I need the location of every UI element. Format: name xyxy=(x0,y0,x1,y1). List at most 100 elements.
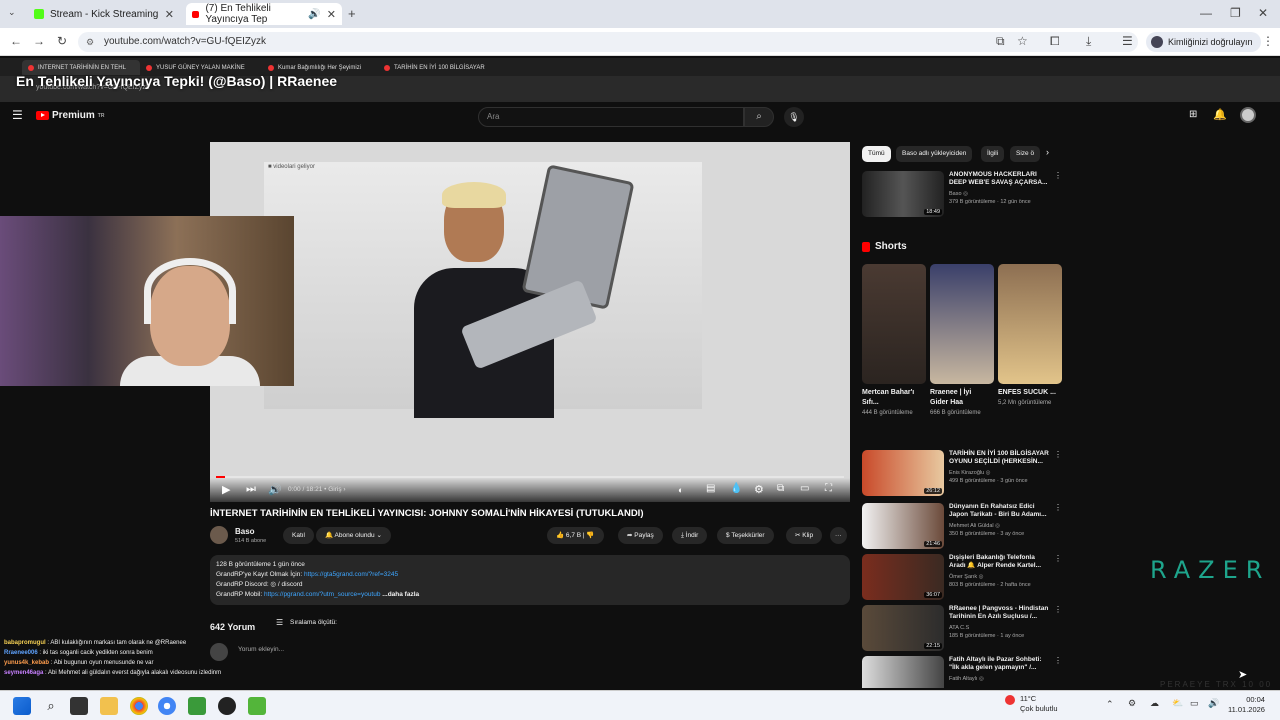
more-actions-button[interactable]: ··· xyxy=(830,527,847,544)
tray-icon[interactable]: ⚙ xyxy=(1128,698,1136,709)
cloud-icon[interactable]: ⛅ xyxy=(1172,698,1183,709)
bookmark-star-icon[interactable]: ☆ xyxy=(1017,34,1028,48)
video-thumbnail[interactable] xyxy=(862,656,944,688)
settings-gear-icon[interactable]: ⚙ xyxy=(754,483,764,496)
short-thumbnail[interactable] xyxy=(930,264,994,384)
minecraft-icon[interactable] xyxy=(188,697,206,715)
channel-name[interactable]: Fatih Altaylı ◎ xyxy=(949,676,984,682)
account-avatar[interactable] xyxy=(1240,107,1256,123)
cast-icon[interactable]: ⧉ xyxy=(996,34,1005,49)
next-icon[interactable]: ⏭ xyxy=(246,483,256,496)
short-thumbnail[interactable] xyxy=(998,264,1062,384)
back-icon[interactable]: ← xyxy=(10,34,22,48)
volume-icon[interactable]: 🔊 xyxy=(1208,698,1219,709)
short-thumbnail[interactable] xyxy=(862,264,926,384)
thanks-button[interactable]: $ Teşekkürler xyxy=(717,527,774,544)
chapter-label[interactable]: • Giriş › xyxy=(324,486,345,493)
theater-mode-icon[interactable]: ▭ xyxy=(800,483,809,494)
channel-name[interactable]: Enis Kirazoğlu ◎ xyxy=(949,470,990,476)
menu-icon[interactable]: ⋮ xyxy=(1262,34,1274,48)
subtitles-icon[interactable]: ▤ xyxy=(706,483,715,494)
sort-label[interactable]: Sıralama ölçütü: xyxy=(290,619,337,626)
url-field[interactable]: ⚙ youtube.com/watch?v=GU-fQEIZyzk xyxy=(78,32,1138,52)
sidebar-video[interactable]: 26:12 TARİHİN EN İYİ 100 BİLGİSAYAR OYUN… xyxy=(862,450,1062,498)
sidebar-video[interactable]: Fatih Altaylı ile Pazar Sohbeti: "İlk ak… xyxy=(862,656,1062,688)
sort-icon[interactable]: ☰ xyxy=(276,618,283,627)
forward-icon[interactable]: → xyxy=(33,34,45,48)
video-thumbnail[interactable]: 22:15 xyxy=(862,605,944,651)
play-icon[interactable]: ▶ xyxy=(222,483,230,496)
share-button[interactable]: ➦ Paylaş xyxy=(618,527,663,544)
more-icon[interactable]: ⋮ xyxy=(1054,450,1062,459)
short-item[interactable]: Rraenee | İyi Gider Haa 666 B görüntülem… xyxy=(930,264,994,417)
more-icon[interactable]: ⋮ xyxy=(1054,656,1062,665)
register-link[interactable]: https://gta5grand.com/?ref=3245 xyxy=(304,571,398,578)
notification-bell-icon[interactable]: 🔔 xyxy=(1213,108,1227,121)
hamburger-menu-icon[interactable]: ☰ xyxy=(12,108,23,122)
audio-icon[interactable]: 🔊 xyxy=(308,9,320,20)
new-tab-button[interactable]: + xyxy=(348,6,356,21)
chip-all[interactable]: Tümü xyxy=(862,146,891,162)
site-info-icon[interactable]: ⚙ xyxy=(86,32,94,52)
chrome-icon[interactable] xyxy=(130,697,148,715)
channel-name[interactable]: Ömer Şarık ◎ xyxy=(949,574,983,580)
sidebar-video[interactable]: 36:07 Dışişleri Bakanlığı Telefonla Arad… xyxy=(862,554,1062,602)
create-icon[interactable]: ⊞ xyxy=(1189,109,1197,120)
minimize-icon[interactable]: — xyxy=(1200,6,1212,20)
reading-list-icon[interactable]: ☰ xyxy=(1122,34,1133,48)
inner-tab-4[interactable]: TARİHİN EN İYİ 100 BİLGİSAYAR xyxy=(378,60,496,75)
obs-icon[interactable] xyxy=(218,697,236,715)
channel-name[interactable]: Baso ◎ xyxy=(949,191,968,197)
more-icon[interactable]: ⋮ xyxy=(1054,503,1062,512)
sidebar-video[interactable]: 22:15 RRaenee | Pangvoss - Hindistan Tar… xyxy=(862,605,1062,653)
short-title[interactable]: Rraenee | İyi Gider Haa xyxy=(930,388,988,408)
search-icon[interactable]: ⌕ xyxy=(42,697,60,715)
like-button[interactable]: 👍 6,7 B | 👎 xyxy=(547,527,604,544)
chevron-right-icon[interactable]: › xyxy=(1046,147,1049,157)
short-item[interactable]: ENFES SUCUK ... 5,2 Mn görüntüleme xyxy=(998,264,1062,407)
video-thumbnail[interactable]: 18:49 xyxy=(862,171,944,217)
video-title[interactable]: TARİHİN EN İYİ 100 BİLGİSAYAR OYUNU SEÇİ… xyxy=(949,450,1053,466)
download-button[interactable]: ⤓ İndir xyxy=(672,527,708,544)
video-title[interactable]: RRaenee | Pangvoss - Hindistan Tarihinin… xyxy=(949,605,1053,621)
more-icon[interactable]: ⋮ xyxy=(1054,554,1062,563)
video-title[interactable]: Fatih Altaylı ile Pazar Sohbeti: "İlk ak… xyxy=(949,656,1053,672)
clip-button[interactable]: ✂ Klip xyxy=(786,527,823,544)
network-icon[interactable]: ☁ xyxy=(1150,698,1159,709)
sidebar-video[interactable]: 21:46 Dünyanın En Rahatsız Edici Japon T… xyxy=(862,503,1062,551)
short-title[interactable]: Mertcan Bahar'ı Sıfı... xyxy=(862,388,920,408)
search-input[interactable]: Ara xyxy=(478,107,744,127)
display-icon[interactable]: ▭ xyxy=(1190,698,1199,709)
tab-youtube[interactable]: (7) En Tehlikeli Yayıncıya Tep 🔊 ✕ xyxy=(186,3,342,25)
video-title[interactable]: Dünyanın En Rahatsız Edici Japon Tarikat… xyxy=(949,503,1053,519)
video-title[interactable]: ANONYMOUS HACKERLARI DEEP WEB'E SAVAŞ AÇ… xyxy=(949,171,1053,187)
join-button[interactable]: Katıl xyxy=(283,527,315,544)
chip-related[interactable]: İlgili xyxy=(981,146,1005,162)
subscribed-button[interactable]: 🔔 Abone olundu ⌄ xyxy=(316,527,391,544)
video-thumbnail[interactable]: 36:07 xyxy=(862,554,944,600)
chevron-up-icon[interactable]: ⌃ xyxy=(1106,699,1114,710)
chip-from-uploader[interactable]: Baso adlı yükleyiciden xyxy=(896,146,973,162)
miniplayer-icon[interactable]: ⧉ xyxy=(777,483,784,494)
close-icon[interactable]: ✕ xyxy=(327,8,336,21)
tab-kick[interactable]: Stream - Kick Streaming ✕ xyxy=(28,3,180,25)
kick-app-icon[interactable] xyxy=(248,697,266,715)
more-icon[interactable]: ⋮ xyxy=(1054,171,1062,180)
extensions-icon[interactable]: ⧠ xyxy=(1050,34,1060,49)
short-item[interactable]: Mertcan Bahar'ı Sıfı... 444 B görüntülem… xyxy=(862,264,926,417)
download-icon[interactable]: ⤓ xyxy=(1086,34,1091,49)
voice-search-button[interactable]: 🎙 xyxy=(784,107,804,127)
task-view-icon[interactable] xyxy=(70,697,88,715)
video-thumbnail[interactable]: 26:12 xyxy=(862,450,944,496)
sidebar-video[interactable]: 18:49 ANONYMOUS HACKERLARI DEEP WEB'E SA… xyxy=(862,171,1062,219)
maximize-icon[interactable]: ❐ xyxy=(1230,6,1241,20)
volume-icon[interactable]: 🔊 xyxy=(268,483,282,496)
clock[interactable]: 00:04 11.01.2026 xyxy=(1228,695,1265,715)
close-window-icon[interactable]: ✕ xyxy=(1258,6,1268,20)
search-button[interactable]: ⌕ xyxy=(744,107,774,127)
show-more-link[interactable]: ...daha fazla xyxy=(382,591,419,598)
video-thumbnail[interactable]: 21:46 xyxy=(862,503,944,549)
reload-icon[interactable]: ↻ xyxy=(57,34,67,48)
channel-name[interactable]: ATA C.S xyxy=(949,625,969,631)
channel-name[interactable]: Mehmet Ali Güldal ◎ xyxy=(949,523,1000,529)
